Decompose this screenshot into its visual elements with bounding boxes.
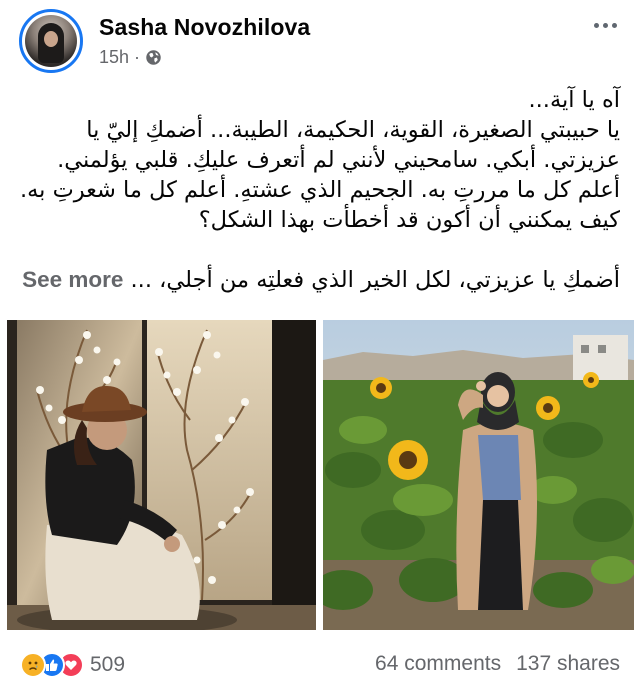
comments-count-link[interactable]: 64 comments	[375, 652, 501, 676]
post-header: Sasha Novozhilova 15h ·	[0, 0, 640, 80]
post-photo-right[interactable]	[323, 320, 634, 630]
post-text: آه يا آية... يا حبيبتي الصغيرة، القوية، …	[15, 85, 620, 295]
avatar[interactable]	[19, 9, 83, 73]
post-text-truncated: أضمكِ يا عزيزتي، لكل الخير الذي فعلتِه م…	[130, 267, 620, 293]
sad-icon	[20, 652, 46, 678]
avatar-photo	[25, 15, 77, 67]
reaction-count: 509	[90, 653, 126, 676]
photo-woman-hat-blossom-wall	[7, 320, 316, 630]
photo-woman-sunflower-field	[323, 320, 634, 630]
more-options-icon[interactable]	[590, 16, 620, 34]
post-meta: 15h ·	[99, 47, 162, 68]
post-text-line: يا حبيبتي الصغيرة، القوية، الحكيمة، الطي…	[19, 117, 620, 233]
post-footer: 509 64 comments 137 shares	[0, 640, 640, 690]
see-more-link[interactable]: See more	[22, 267, 123, 292]
post-text-line: آه يا آية...	[528, 87, 621, 113]
post-time[interactable]: 15h	[99, 47, 129, 68]
reactions-summary[interactable]: 509	[20, 652, 125, 678]
shares-count-link[interactable]: 137 shares	[516, 652, 620, 676]
post-photo-left[interactable]	[7, 320, 316, 630]
engagement-stats: 64 comments 137 shares	[375, 652, 620, 676]
post-text-last-line: أضمكِ يا عزيزتي، لكل الخير الذي فعلتِه م…	[15, 265, 620, 295]
globe-icon[interactable]	[145, 49, 162, 66]
author-name[interactable]: Sasha Novozhilova	[99, 14, 310, 41]
meta-separator: ·	[134, 47, 141, 67]
